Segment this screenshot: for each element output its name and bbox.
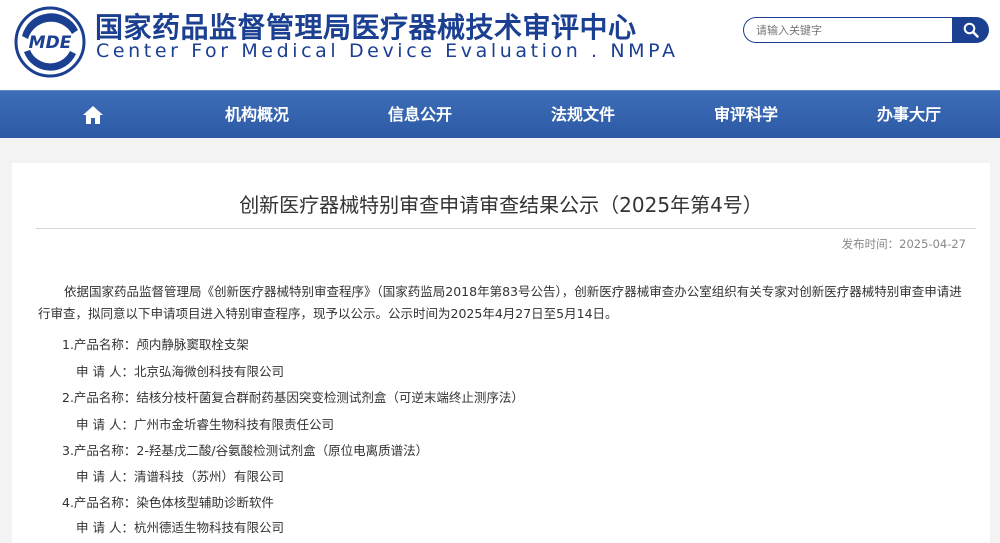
publish-time: 发布时间：2025-04-27 — [841, 237, 966, 251]
nav-item-services[interactable]: 办事大厅 — [874, 91, 944, 139]
nav-item-about[interactable]: 机构概况 — [222, 91, 292, 139]
article-title: 创新医疗器械特别审查申请审查结果公示（2025年第4号） — [239, 193, 763, 217]
search-button[interactable] — [952, 17, 989, 43]
product-name: 4.产品名称：染色体核型辅助诊断软件 — [62, 495, 274, 510]
search-input[interactable] — [743, 17, 953, 43]
site-header: MDE 国家药品监督管理局医疗器械技术审评中心 Center For Medic… — [0, 0, 1000, 90]
article-intro: 依据国家药品监督管理局《创新医疗器械特别审查程序》（国家药监局2018年第83号… — [38, 284, 962, 321]
site-title-en: Center For Medical Device Evaluation . N… — [96, 40, 679, 62]
main-nav: 机构概况 信息公开 法规文件 审评科学 办事大厅 — [0, 90, 1000, 138]
nav-item-science[interactable]: 审评科学 — [711, 91, 781, 139]
product-name: 2.产品名称：结核分枝杆菌复合群耐药基因突变检测试剂盒（可逆末端终止测序法） — [62, 390, 524, 405]
product-name: 1.产品名称：颅内静脉窦取栓支架 — [62, 337, 249, 352]
product-applicant: 申 请 人：北京弘海微创科技有限公司 — [76, 364, 284, 379]
nav-item-regulations[interactable]: 法规文件 — [548, 91, 618, 139]
article-card: 创新医疗器械特别审查申请审查结果公示（2025年第4号） 发布时间：2025-0… — [12, 163, 990, 543]
mde-logo[interactable]: MDE — [14, 6, 86, 78]
product-applicant: 申 请 人：广州市金圻睿生物科技有限责任公司 — [76, 417, 334, 432]
nav-item-info[interactable]: 信息公开 — [385, 91, 455, 139]
home-icon — [83, 106, 103, 124]
title-divider — [36, 228, 976, 229]
logo-text: MDE — [29, 33, 72, 53]
product-applicant: 申 请 人：清谱科技（苏州）有限公司 — [76, 469, 284, 484]
product-applicant: 申 请 人：杭州德适生物科技有限公司 — [76, 520, 284, 535]
nav-home[interactable] — [82, 104, 104, 126]
product-name: 3.产品名称：2-羟基戊二酸/谷氨酸检测试剂盒（原位电离质谱法） — [62, 443, 429, 458]
search-icon — [963, 22, 979, 38]
